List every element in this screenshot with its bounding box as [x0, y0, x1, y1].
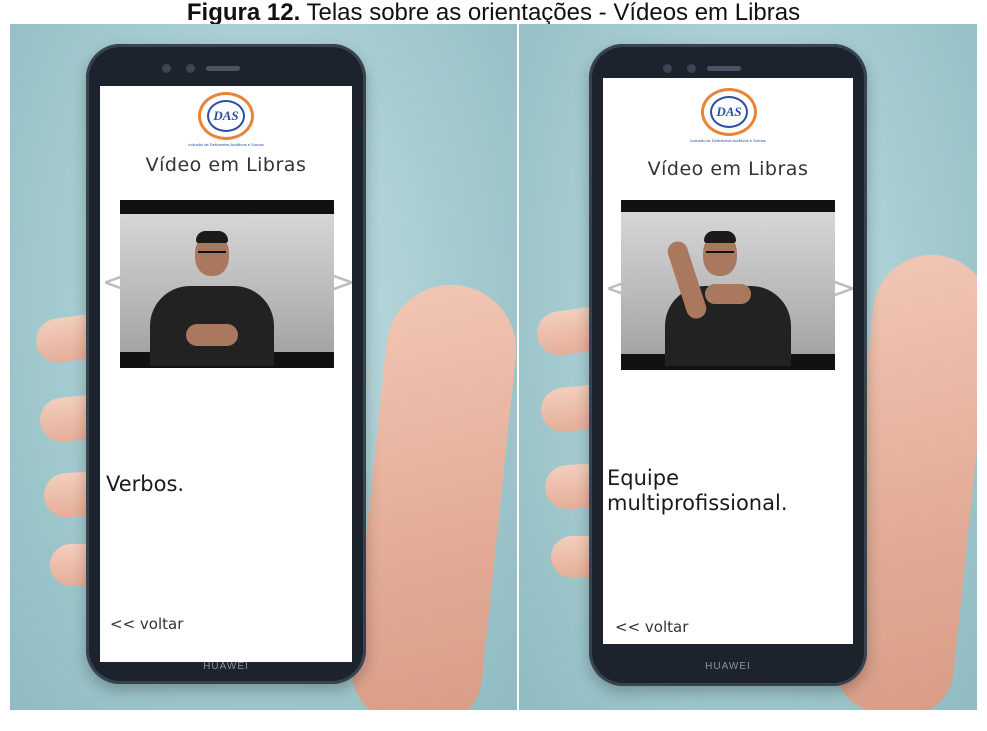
phone-screen: DAS Inclusão de Deficientes Auditivos e …: [100, 86, 352, 662]
screen-title: Vídeo em Libras: [145, 154, 307, 176]
sensor: [186, 64, 195, 73]
left-phone-photo: HUAWEI DAS Inclusão de Deficientes Audit…: [10, 24, 517, 710]
logo-text: DAS: [207, 100, 245, 132]
video-frame: [621, 212, 835, 366]
libras-video-player[interactable]: [120, 200, 334, 368]
next-video-arrow[interactable]: >: [330, 268, 352, 298]
person-hand: [705, 284, 751, 304]
person-hair: [196, 231, 228, 243]
person-glasses: [198, 251, 226, 258]
phone-brand: HUAWEI: [203, 661, 249, 672]
phone-brand: HUAWEI: [705, 661, 751, 672]
das-logo: DAS: [198, 92, 254, 140]
phone-frame: HUAWEI DAS Inclusão de Deficientes Audit…: [86, 44, 366, 684]
person-hair: [704, 231, 736, 243]
hand-palm: [347, 278, 517, 710]
logo-subtitle: Inclusão de Deficientes Auditivos e Surd…: [690, 138, 766, 143]
front-camera: [663, 64, 672, 73]
back-link[interactable]: << voltar: [110, 615, 183, 633]
video-frame: [120, 214, 334, 366]
next-video-arrow[interactable]: >: [831, 274, 853, 304]
screen-title: Vídeo em Libras: [647, 158, 809, 180]
das-logo: DAS: [701, 88, 757, 136]
logo-subtitle: Inclusão de Deficientes Auditivos e Surd…: [188, 142, 264, 147]
figure-label: Figura 12.: [186, 0, 301, 26]
back-link[interactable]: << voltar: [615, 618, 688, 636]
person-glasses: [706, 251, 734, 258]
phone-frame: HUAWEI DAS Inclusão de Deficientes Audit…: [589, 44, 867, 686]
libras-video-player[interactable]: [621, 200, 835, 370]
person-hands: [186, 324, 238, 346]
logo-text: DAS: [710, 96, 748, 128]
previous-video-arrow[interactable]: <: [605, 274, 630, 304]
previous-video-arrow[interactable]: <: [102, 268, 127, 298]
earpiece-speaker: [206, 66, 240, 71]
sign-caption: Equipe multiprofissional.: [607, 466, 788, 515]
sensor: [687, 64, 696, 73]
figure-title: Telas sobre as orientações - Vídeos em L…: [306, 0, 801, 26]
earpiece-speaker: [707, 66, 741, 71]
front-camera: [162, 64, 171, 73]
sign-caption: Verbos.: [106, 472, 185, 496]
right-phone-photo: HUAWEI DAS Inclusão de Deficientes Audit…: [519, 24, 977, 710]
phone-screen: DAS Inclusão de Deficientes Auditivos e …: [603, 78, 853, 644]
